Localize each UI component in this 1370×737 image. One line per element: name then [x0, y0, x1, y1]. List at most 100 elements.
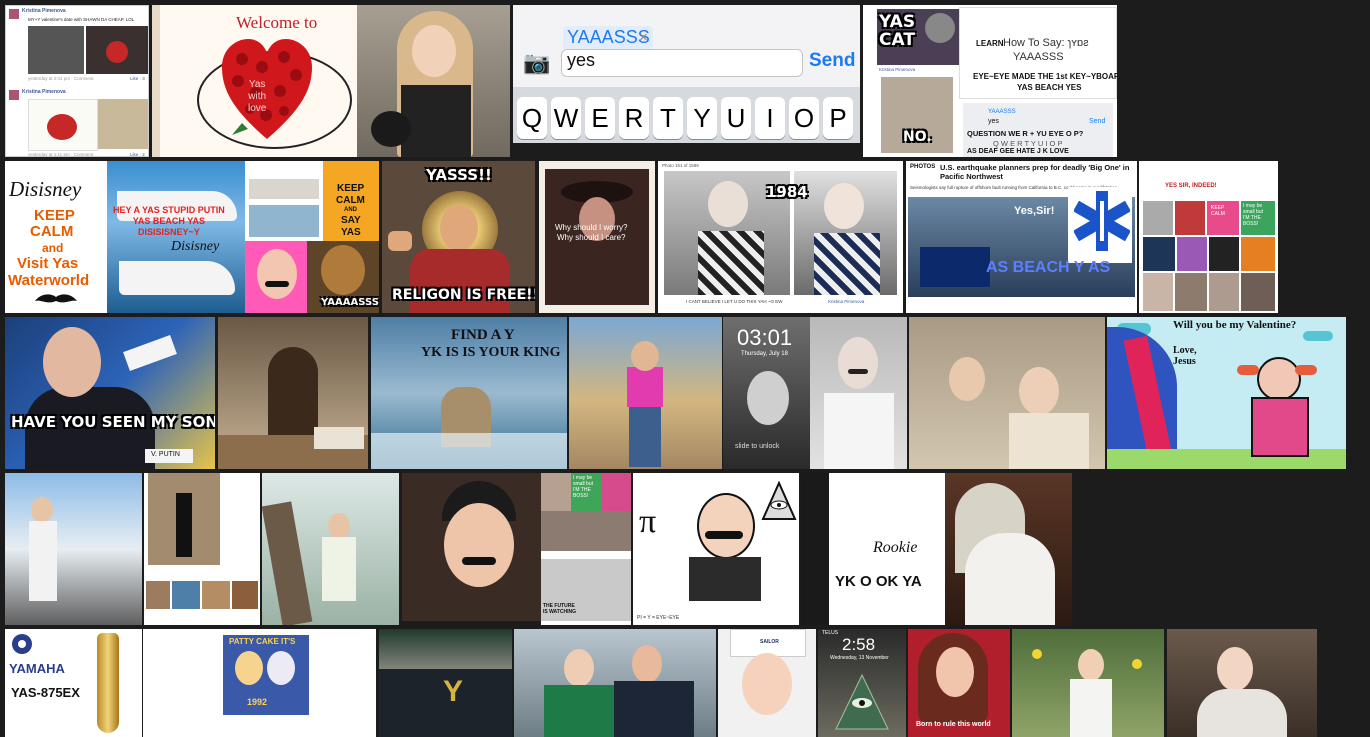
- post-meta: yesterday at 1:11 pm · Comment: [28, 152, 94, 157]
- key-y[interactable]: Y: [687, 97, 717, 139]
- rookie-card[interactable]: Rookie YK O OK YA: [801, 473, 945, 625]
- key-i[interactable]: I: [755, 97, 785, 139]
- photo-thumb: [1143, 273, 1173, 311]
- putin-meme[interactable]: HAVE YOU SEEN MY SON? V. PUTIN: [5, 317, 215, 469]
- plaid-shirt: [698, 231, 764, 295]
- facebook-post-thumbnail[interactable]: Kristina Pimenova MY+Y valentine's date …: [5, 5, 149, 157]
- sailor-hat-text: SAILOR: [760, 639, 779, 645]
- key-q[interactable]: Q: [517, 97, 547, 139]
- sisters-photo[interactable]: [909, 317, 1105, 469]
- lemon: [1032, 649, 1042, 659]
- disney-keep-calm[interactable]: Disisney KEEP CALM and Visit Yas Waterwo…: [5, 161, 107, 313]
- palace-room-photo[interactable]: [218, 317, 368, 469]
- dress: [965, 533, 1055, 625]
- keep-calm-collage[interactable]: YES SIR, INDEED! KEEP CALM I may be smal…: [1139, 161, 1278, 313]
- yacht: [119, 261, 235, 295]
- find-a-y-meme[interactable]: FIND A Y YK IS IS YOUR KING: [371, 317, 567, 469]
- girl-photo[interactable]: [357, 5, 510, 157]
- key-e[interactable]: E: [585, 97, 615, 139]
- face: [444, 503, 514, 587]
- boss-text: I may be small but I'M THE BOSS!: [573, 475, 594, 499]
- mini-keys: Q W E R T Y U I O P: [993, 139, 1063, 148]
- camera-icon[interactable]: 📷: [523, 50, 550, 76]
- putin-pink-photo[interactable]: [245, 241, 307, 313]
- post-photo: [86, 26, 148, 74]
- news-collage[interactable]: [245, 161, 323, 241]
- keep-line: KEEP: [34, 207, 75, 224]
- face: [1019, 367, 1059, 415]
- hat-caption: Why should I worry? Why should I care?: [555, 223, 628, 242]
- girl-tree-photo[interactable]: [262, 473, 399, 625]
- keep-calm-text: KEEP CALM: [1211, 205, 1225, 217]
- girl-arms-photo[interactable]: [569, 317, 722, 469]
- girl-tiara-photo[interactable]: [1167, 629, 1317, 737]
- message-input[interactable]: [561, 49, 803, 77]
- paper: [123, 335, 177, 371]
- girl-white-dress-photo[interactable]: [945, 473, 1072, 625]
- pi-eye-drawing[interactable]: π PI = Y = EYE~EYE: [633, 473, 799, 625]
- valentine-title: Will you be my Valentine?: [1173, 319, 1297, 331]
- mustache-girl-photo[interactable]: [810, 317, 907, 469]
- yamaha-sax[interactable]: YAMAHA YAS-875EX: [5, 629, 142, 737]
- welcome-heart-card[interactable]: Welcome to Yas with love: [152, 5, 357, 157]
- sweater: [1009, 413, 1089, 469]
- disney-logo: Disisney: [9, 177, 82, 201]
- yacht-caption: HEY A YAS STUPID PUTIN YAS BEACH YAS DIS…: [113, 205, 225, 237]
- jeans: [629, 407, 661, 467]
- phone-date: Wednesday, 13 November: [830, 655, 889, 661]
- ios-keyboard-screenshot[interactable]: YAAASSS × 📷 yes Send Q W E R T Y U I O P: [513, 5, 860, 143]
- yas-cat-collage[interactable]: YAS CAT Kristina Pimenova NO. LEARN How …: [863, 5, 1117, 157]
- born-to-rule-photo[interactable]: Born to rule this world: [908, 629, 1010, 737]
- patty-cake-drawing[interactable]: PATTY CAKE IT'S 1992: [143, 629, 376, 737]
- key-w[interactable]: W: [551, 97, 581, 139]
- key-p[interactable]: P: [823, 97, 853, 139]
- girl-hat-photo[interactable]: Why should I worry? Why should I care?: [539, 161, 655, 313]
- girl-street-photo[interactable]: [5, 473, 142, 625]
- face: [632, 645, 662, 683]
- girl-lemon-tree-photo[interactable]: [1012, 629, 1164, 737]
- rose-heart: [222, 39, 312, 139]
- close-icon[interactable]: ×: [639, 29, 648, 46]
- avatar: [9, 9, 19, 19]
- card-edge: [152, 5, 160, 157]
- buddy-jesus-meme[interactable]: YASSS!! RELIGON IS FREE!!: [382, 161, 535, 313]
- photo-viewer-1984[interactable]: Photo 151 of 1589 1984 I CANT BELIEVE I …: [658, 161, 903, 313]
- key-r[interactable]: R: [619, 97, 649, 139]
- face: [631, 341, 659, 371]
- girl-head: [1257, 357, 1301, 401]
- girl-studio-collage[interactable]: [144, 473, 260, 625]
- eye-pyramid-icon: [761, 481, 797, 520]
- calm-line: CALM: [30, 223, 74, 240]
- royal-couple-photo[interactable]: [514, 629, 716, 737]
- keep-calm-poster[interactable]: KEEP CALM AND SAY YAS: [323, 161, 379, 241]
- lock-date: Thursday, July 18: [741, 351, 788, 357]
- key-u[interactable]: U: [721, 97, 751, 139]
- star-of-life-icon: [1074, 191, 1130, 251]
- like-count[interactable]: Like · 3: [130, 76, 145, 81]
- lion-photo[interactable]: YAAAASSS: [307, 241, 379, 313]
- cloud: [1303, 331, 1333, 341]
- news-article[interactable]: PHOTOS U.S. earthquake planners prep for…: [906, 161, 1137, 313]
- slide-to-unlock[interactable]: slide to unlock: [735, 443, 779, 450]
- message-input-text: yes: [567, 50, 596, 70]
- tshirt: [824, 393, 894, 469]
- thumb: [601, 473, 631, 511]
- yacht-photo[interactable]: HEY A YAS STUPID PUTIN YAS BEACH YAS DIS…: [107, 161, 245, 313]
- phone-lockscreen[interactable]: TELUS 2:58 Wednesday, 13 November: [818, 629, 906, 737]
- key-t[interactable]: T: [653, 97, 683, 139]
- send-button[interactable]: Send: [809, 50, 855, 72]
- y-pin-closeup[interactable]: Y: [379, 629, 512, 737]
- key-o[interactable]: O: [789, 97, 819, 139]
- sailor-girl-photo[interactable]: SAILOR: [718, 629, 816, 737]
- pi-caption: PI = Y = EYE~EYE: [637, 615, 680, 621]
- lemon: [1132, 659, 1142, 669]
- valentine-card[interactable]: Will you be my Valentine? Love, Jesus: [1107, 317, 1346, 469]
- mustache-cat-ears-photo[interactable]: [402, 473, 541, 621]
- like-count[interactable]: Like · 2: [130, 152, 145, 156]
- heart: [47, 114, 77, 140]
- lockscreen-photo[interactable]: 03:01 Thursday, July 18 slide to unlock: [723, 317, 810, 469]
- facebook-post-collage[interactable]: I may be small but I'M THE BOSS! THE FUT…: [541, 473, 631, 625]
- robe: [410, 249, 510, 313]
- photo-thumb: [1209, 273, 1239, 311]
- face: [1217, 647, 1253, 691]
